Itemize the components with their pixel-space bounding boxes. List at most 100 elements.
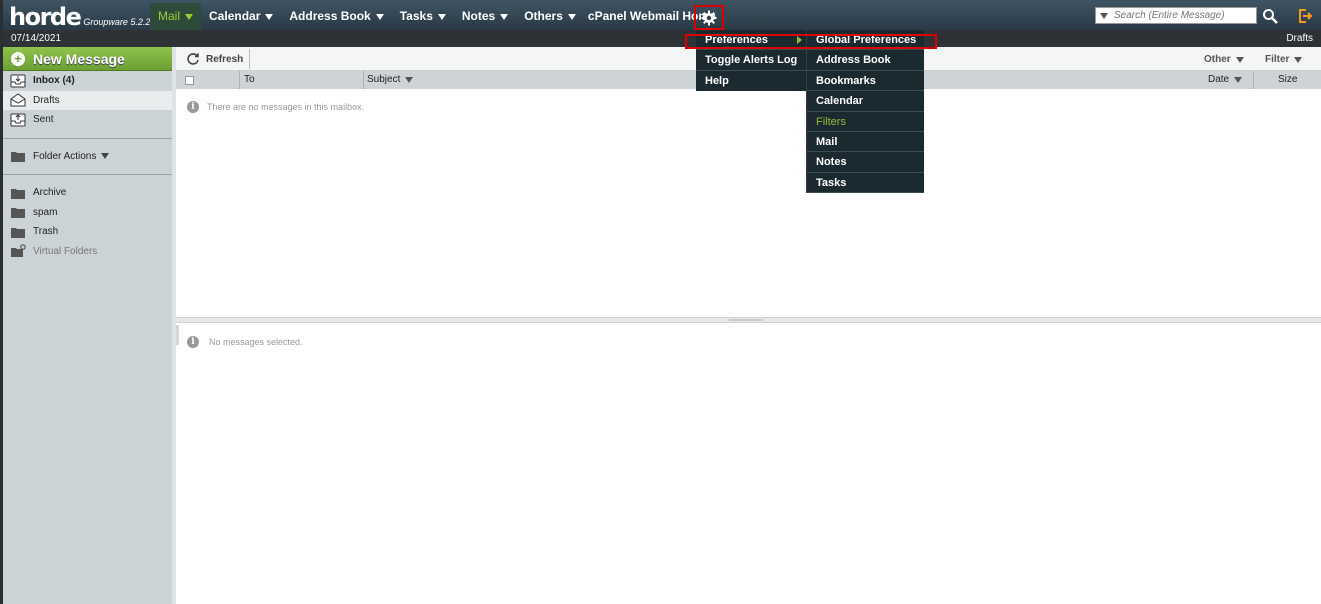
folder-trash[interactable]: Trash [3,222,172,242]
sent-icon [10,113,26,127]
chevron-down-icon [1294,56,1303,63]
menu-item-label: Help [705,74,729,87]
preview-empty-text: No messages selected. [209,337,303,347]
nav-others[interactable]: Others [516,3,584,30]
folder-virtual-folders[interactable]: Virtual Folders [3,242,172,262]
nav-label: Address Book [289,9,371,23]
column-divider [363,71,364,89]
chevron-down-icon [437,13,446,20]
main-nav: Mail Calendar Address Book Tasks Notes O… [150,3,724,30]
folder-spam[interactable]: spam [3,203,172,223]
menu-item-label: Tasks [816,176,847,189]
menu-item-label: Filters [816,115,846,128]
menu-item-toggle-alerts-log[interactable]: Toggle Alerts Log [696,50,806,71]
folder-label: Drafts [33,94,60,106]
chevron-down-icon [567,13,576,20]
menu-item-help[interactable]: Help [696,71,806,91]
menu-item-label: Notes [816,156,847,169]
nav-label: Tasks [399,9,433,23]
submenu-item-calendar[interactable]: Calendar [807,91,924,112]
nav-tasks[interactable]: Tasks [392,3,454,30]
menu-item-label: Toggle Alerts Log [705,54,798,67]
nav-label: Notes [461,9,496,23]
column-divider [239,71,240,89]
nav-address-book[interactable]: Address Book [281,3,391,30]
drafts-icon [10,93,26,107]
folder-archive[interactable]: Archive [3,183,172,203]
select-all-checkbox[interactable] [185,71,194,89]
column-label: Date [1208,74,1230,85]
horde-logo[interactable]: horde Groupware 5.2.22 [9,3,155,29]
column-divider [1253,71,1254,89]
search-input[interactable] [1114,10,1249,21]
nav-calendar[interactable]: Calendar [201,3,281,30]
column-date[interactable]: Date [1208,71,1243,89]
folder-actions-menu[interactable]: Folder Actions [3,147,172,167]
search-scope-dropdown[interactable] [1100,12,1108,19]
column-label: Subject [367,74,401,85]
column-label: To [244,74,255,85]
folder-inbox[interactable]: Inbox (4) [3,71,172,91]
info-icon: i [187,336,199,348]
folder-actions-label: Folder Actions [33,150,97,162]
folder-label: Sent [33,114,54,126]
other-label: Other [1204,54,1231,65]
preview-empty-message: i No messages selected. [187,336,303,348]
search-box [1095,7,1257,24]
column-to[interactable]: To [244,71,255,89]
chevron-down-icon [101,153,110,160]
refresh-button[interactable]: Refresh [186,52,243,66]
chevron-down-icon [1234,77,1243,83]
refresh-label: Refresh [206,53,244,65]
nav-label: Mail [158,9,181,23]
submenu-item-filters[interactable]: Filters [807,112,924,132]
toolbar-divider [249,49,250,69]
preview-edge [176,325,179,345]
logo-subtitle: Groupware 5.2.22 [83,17,156,27]
nav-label: Others [524,9,563,23]
chevron-down-icon [405,77,414,83]
gear-icon [701,10,717,25]
submenu-item-bookmarks[interactable]: Bookmarks [807,71,924,92]
column-subject[interactable]: Subject [367,71,414,89]
inbox-icon [10,74,26,88]
menu-item-label: Mail [816,135,838,148]
preview-pane-splitter[interactable] [176,317,1321,323]
submenu-item-notes[interactable]: Notes [807,152,924,173]
other-menu-button[interactable]: Other [1204,54,1244,65]
submenu-item-mail[interactable]: Mail [807,132,924,153]
sidebar-divider [3,174,172,175]
folder-icon [11,152,25,163]
plus-icon: + [11,51,25,66]
logout-icon[interactable] [1297,8,1313,24]
submenu-item-tasks[interactable]: Tasks [807,173,924,194]
current-folder-label: Drafts [1286,33,1313,44]
submenu-item-address-book[interactable]: Address Book [807,50,924,71]
folder-label: spam [33,206,58,218]
chevron-down-icon [185,13,194,20]
folder-icon [11,208,25,219]
refresh-icon [187,53,199,65]
new-message-label: New Message [33,50,125,67]
nav-notes[interactable]: Notes [454,3,516,30]
filter-label: Filter [1265,54,1290,65]
nav-label: Calendar [209,9,261,23]
folder-sent[interactable]: Sent [3,110,172,130]
new-message-button[interactable]: + New Message [3,47,172,71]
column-label: Size [1278,74,1298,85]
folder-icon [11,188,25,199]
search-icon[interactable] [1262,8,1278,24]
folder-label: Inbox (4) [33,75,75,87]
nav-mail[interactable]: Mail [150,3,202,30]
info-icon: i [187,101,199,113]
preferences-submenu: Global Preferences Address Book Bookmark… [806,30,924,194]
settings-gear-button[interactable] [694,5,724,30]
virtual-folder-icon [11,244,26,258]
sidebar-divider [3,137,172,139]
column-size[interactable]: Size [1278,71,1297,89]
date-bar: 07/14/2021 Drafts [3,30,1321,47]
filter-menu-button[interactable]: Filter [1265,54,1303,65]
folder-label: Archive [33,187,67,199]
menu-item-label: Address Book [816,54,891,67]
folder-drafts[interactable]: Drafts [3,90,172,110]
